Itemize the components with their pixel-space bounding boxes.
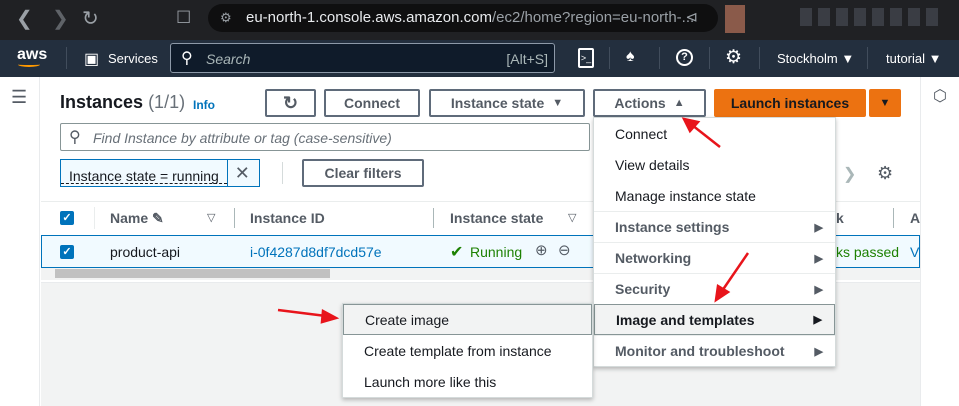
arrow-head <box>320 309 340 324</box>
annotation-arrows <box>277 117 750 324</box>
arrow-to-create-image <box>277 308 327 318</box>
arrow-to-actions <box>691 124 721 148</box>
arrow-to-image-templates <box>720 252 750 292</box>
arrow-head <box>714 283 731 303</box>
